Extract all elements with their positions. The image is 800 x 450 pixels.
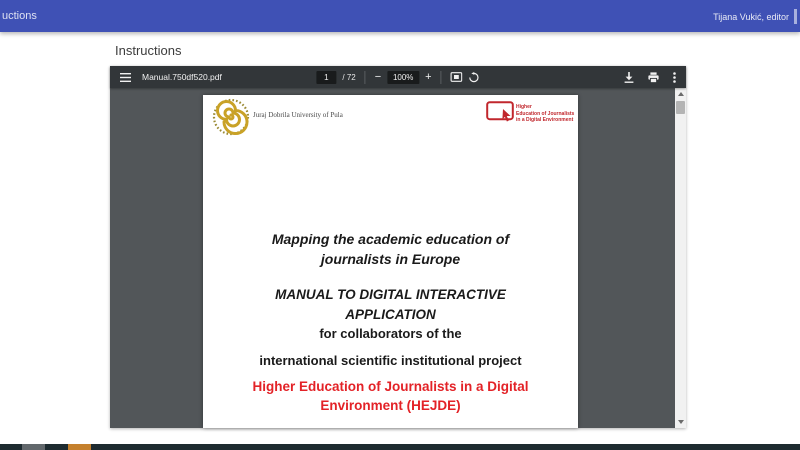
header-divider <box>794 9 797 24</box>
spiral-icon <box>212 98 250 136</box>
toolbar-separator <box>365 71 366 84</box>
download-icon <box>624 72 634 83</box>
taskbar <box>0 444 800 450</box>
print-icon <box>648 72 659 83</box>
zoom-in-button[interactable]: + <box>425 72 431 83</box>
university-name-label: Juraj Dobrila University of Pula <box>253 111 343 119</box>
toolbar-separator <box>441 71 442 84</box>
pdf-toolbar: Manual.750df520.pdf 1 / 72 − 100% + <box>110 66 686 88</box>
kebab-menu-icon <box>673 72 676 83</box>
hejde-caption-line: Education of Journalists <box>516 111 574 117</box>
print-button[interactable] <box>648 72 659 83</box>
more-options-button[interactable] <box>673 72 676 83</box>
taskbar-item-orange[interactable] <box>68 444 91 450</box>
hejde-cursor-icon <box>486 101 514 124</box>
document-title: Mapping the academic education of journa… <box>203 229 578 269</box>
document-project-line: international scientific institutional p… <box>203 353 578 368</box>
hejde-caption-line: in a Digital Environment <box>516 117 573 123</box>
zoom-out-button[interactable]: − <box>375 72 381 83</box>
pdf-scrollbar[interactable] <box>675 88 686 428</box>
page-title: Instructions <box>115 43 181 58</box>
scrollbar-thumb[interactable] <box>676 101 685 114</box>
pdf-page: Juraj Dobrila University of Pula Higher … <box>203 95 578 428</box>
nav-item-instructions[interactable]: uctions <box>2 10 37 22</box>
hamburger-icon <box>120 73 131 82</box>
hejde-logo <box>486 101 514 129</box>
fit-page-button[interactable] <box>451 72 463 82</box>
page-total-label: / 72 <box>342 73 355 82</box>
menu-icon[interactable] <box>120 73 131 82</box>
document-project-name-line: Higher Education of Journalists in a Dig… <box>203 377 578 396</box>
document-title-line: journalists in Europe <box>203 249 578 269</box>
download-button[interactable] <box>624 72 634 83</box>
fit-page-icon <box>451 72 463 82</box>
document-subtitle-line: MANUAL TO DIGITAL INTERACTIVE <box>203 285 578 305</box>
scroll-down-icon <box>678 420 684 424</box>
document-subtitle: MANUAL TO DIGITAL INTERACTIVE APPLICATIO… <box>203 285 578 325</box>
pdf-filename: Manual.750df520.pdf <box>142 72 222 82</box>
hejde-caption-line: Higher <box>516 104 532 110</box>
app-header: uctions Tijana Vukić, editor <box>0 0 800 32</box>
scroll-up-icon <box>678 92 684 96</box>
document-subtitle-line: APPLICATION <box>203 305 578 325</box>
page-number-input[interactable]: 1 <box>316 71 336 84</box>
rotate-icon <box>469 72 480 83</box>
document-collaborators-line: for collaborators of the <box>203 326 578 341</box>
university-spiral-logo <box>212 98 250 141</box>
scroll-up-button[interactable] <box>675 88 686 100</box>
taskbar-item-gray[interactable] <box>22 444 45 450</box>
document-project-name-line: Environment (HEJDE) <box>203 396 578 415</box>
scroll-down-button[interactable] <box>675 416 686 428</box>
hejde-logo-caption: Higher Education of Journalists in a Dig… <box>516 104 574 124</box>
document-title-line: Mapping the academic education of <box>203 229 578 249</box>
zoom-level-value: 100% <box>387 71 419 84</box>
document-project-name: Higher Education of Journalists in a Dig… <box>203 377 578 415</box>
rotate-button[interactable] <box>469 72 480 83</box>
pdf-viewer: Manual.750df520.pdf 1 / 72 − 100% + <box>110 66 686 428</box>
user-menu-label[interactable]: Tijana Vukić, editor <box>713 12 789 22</box>
